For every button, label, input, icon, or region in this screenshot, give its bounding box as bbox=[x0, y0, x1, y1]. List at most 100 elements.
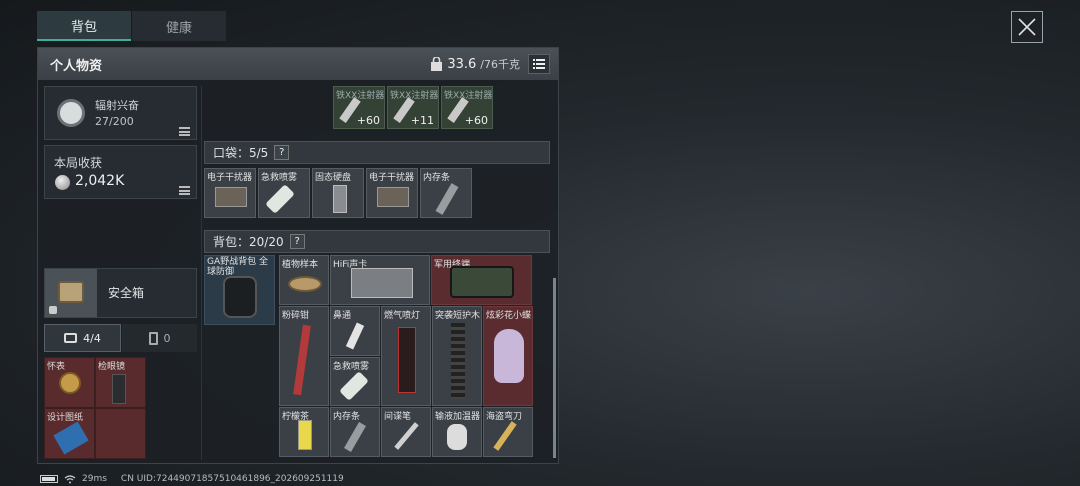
figurine-icon bbox=[494, 329, 524, 383]
battery-icon bbox=[40, 475, 58, 483]
pocket-item[interactable]: 固态硬盘 bbox=[312, 168, 364, 218]
kit-grid: 怀表 检眼镜 设计图纸 bbox=[44, 357, 147, 460]
military-terminal-icon bbox=[450, 266, 514, 298]
backpack-icon bbox=[223, 276, 257, 318]
first-aid-spray-icon bbox=[339, 371, 369, 401]
bolt-cutter-icon bbox=[293, 324, 311, 396]
ram-icon bbox=[435, 183, 459, 215]
backpack-item[interactable]: 突袭短护木 bbox=[432, 306, 482, 406]
nasal-spray-icon bbox=[345, 322, 365, 350]
coin-icon bbox=[55, 175, 70, 190]
weight-readout: 33.6/76千克 bbox=[430, 56, 520, 72]
safe-box[interactable]: 安全箱 bbox=[44, 268, 197, 318]
backpack-item[interactable]: 内存条 bbox=[330, 407, 380, 457]
ram-icon bbox=[344, 422, 366, 452]
pocket-item[interactable]: 内存条 bbox=[420, 168, 472, 218]
spy-pen-icon bbox=[394, 422, 419, 450]
inventory-panel: 个人物资 33.6/76千克 辐射兴奋 27/200 本局收获 2,042K 安… bbox=[37, 47, 559, 464]
ammo-cell[interactable]: 铁XX注射器 +11 bbox=[387, 86, 439, 129]
help-icon[interactable]: ? bbox=[289, 234, 305, 249]
item-label: 燃气喷灯 bbox=[384, 311, 421, 321]
kit-item-pocket-watch[interactable]: 怀表 bbox=[44, 357, 95, 408]
pocket-item[interactable]: 电子干扰器 bbox=[204, 168, 256, 218]
pocket-item[interactable]: 急救喷雾 bbox=[258, 168, 310, 218]
item-label: 炫彩花小蝶 bbox=[486, 311, 532, 321]
backpack-item[interactable]: 鼻通 bbox=[330, 306, 380, 356]
kit-item-empty-slot[interactable] bbox=[95, 408, 146, 459]
ping-value: 29ms bbox=[82, 474, 107, 484]
backpack-item[interactable]: 粉碎钳 bbox=[279, 306, 329, 406]
item-label: 海盗弯刀 bbox=[486, 412, 523, 422]
backpack-section-header: 背包：20/20 ? bbox=[204, 230, 550, 253]
tools-count: 4/4 bbox=[83, 331, 101, 345]
pocket-item-label: 急救喷雾 bbox=[261, 173, 298, 183]
backpack-bag-slot[interactable]: GA野战背包 全球防御 bbox=[204, 255, 275, 325]
ammo-cell[interactable]: 铁XX注射器 +60 bbox=[333, 86, 385, 129]
sort-list-button[interactable] bbox=[528, 54, 550, 74]
backpack-item[interactable]: 急救喷雾 bbox=[330, 357, 380, 406]
plant-sample-icon bbox=[288, 276, 322, 292]
radiation-list-icon[interactable] bbox=[179, 127, 190, 136]
radiation-card[interactable]: 辐射兴奋 27/200 bbox=[44, 86, 197, 140]
item-label: 鼻通 bbox=[333, 311, 352, 321]
safe-box-thumb bbox=[45, 269, 97, 317]
earnings-card[interactable]: 本局收获 2,042K bbox=[44, 145, 197, 199]
panel-title: 个人物资 bbox=[50, 58, 103, 74]
weight-current: 33.6 bbox=[447, 56, 477, 72]
item-label: 植物样本 bbox=[282, 260, 319, 270]
safe-box-label: 安全箱 bbox=[108, 286, 145, 300]
backpack-item[interactable]: 间谍笔 bbox=[381, 407, 431, 457]
ammo-label: 铁XX注射器 bbox=[444, 91, 493, 101]
blueprint-icon bbox=[53, 421, 89, 455]
backpack-item[interactable]: HiFi声卡 bbox=[330, 255, 430, 305]
radiation-icon bbox=[57, 99, 85, 127]
item-label: 急救喷雾 bbox=[333, 362, 370, 372]
ammo-count: +60 bbox=[464, 114, 488, 127]
pocket-label: 口袋：5/5 bbox=[213, 146, 269, 160]
close-button[interactable] bbox=[1011, 11, 1043, 43]
backpack-item[interactable]: 柠檬茶 bbox=[279, 407, 329, 457]
earnings-label: 本局收获 bbox=[54, 156, 103, 170]
backpack-item[interactable]: 植物样本 bbox=[279, 255, 329, 305]
bag-name: GA野战背包 全球防御 bbox=[207, 257, 268, 277]
kit-item-label: 怀表 bbox=[47, 362, 66, 372]
panel-header: 个人物资 33.6/76千克 bbox=[38, 48, 558, 80]
backpack-item[interactable]: 炫彩花小蝶 bbox=[483, 306, 533, 406]
list-icon bbox=[533, 59, 545, 69]
pocket-item[interactable]: 电子干扰器 bbox=[366, 168, 418, 218]
handguard-icon bbox=[451, 323, 465, 399]
sound-card-icon bbox=[351, 268, 413, 298]
jammer-icon bbox=[377, 187, 409, 207]
earnings-list-icon[interactable] bbox=[179, 186, 190, 195]
pocket-item-label: 电子干扰器 bbox=[207, 173, 253, 183]
ssd-icon bbox=[333, 185, 347, 213]
toolbox-icon bbox=[64, 333, 78, 343]
lemon-tea-icon bbox=[298, 420, 312, 450]
pocket-item-label: 电子干扰器 bbox=[369, 173, 415, 183]
kit-item-blueprint[interactable]: 设计图纸 bbox=[44, 408, 95, 459]
backpack-item[interactable]: 燃气喷灯 bbox=[381, 306, 431, 406]
backpack-item[interactable]: 输液加温器 bbox=[432, 407, 482, 457]
ammo-count: +60 bbox=[356, 114, 380, 127]
tab-health[interactable]: 健康 bbox=[132, 11, 226, 41]
pocket-section-header: 口袋：5/5 ? bbox=[204, 141, 550, 164]
help-icon[interactable]: ? bbox=[274, 145, 290, 160]
weight-max: /76千克 bbox=[480, 58, 520, 71]
backpack-item[interactable]: 军用终端 bbox=[431, 255, 532, 305]
backpack-item[interactable]: 海盗弯刀 bbox=[483, 407, 533, 457]
backpack-label: 背包：20/20 bbox=[213, 235, 284, 249]
tab-batteries[interactable]: 0 bbox=[122, 324, 197, 352]
scrollbar[interactable] bbox=[553, 278, 556, 458]
pocket-item-label: 内存条 bbox=[423, 173, 451, 183]
tab-tools[interactable]: 4/4 bbox=[44, 324, 121, 352]
jammer-icon bbox=[215, 187, 247, 207]
ammo-cell[interactable]: 铁XX注射器 +60 bbox=[441, 86, 493, 129]
pocket-item-label: 固态硬盘 bbox=[315, 173, 352, 183]
ammo-count: +11 bbox=[410, 114, 434, 127]
kit-item-ophthalmoscope[interactable]: 检眼镜 bbox=[95, 357, 146, 408]
earnings-value: 2,042K bbox=[75, 173, 125, 189]
lock-icon bbox=[49, 306, 57, 314]
tab-backpack[interactable]: 背包 bbox=[37, 11, 131, 41]
batteries-count: 0 bbox=[163, 331, 171, 345]
kit-item-label: 检眼镜 bbox=[98, 362, 126, 372]
